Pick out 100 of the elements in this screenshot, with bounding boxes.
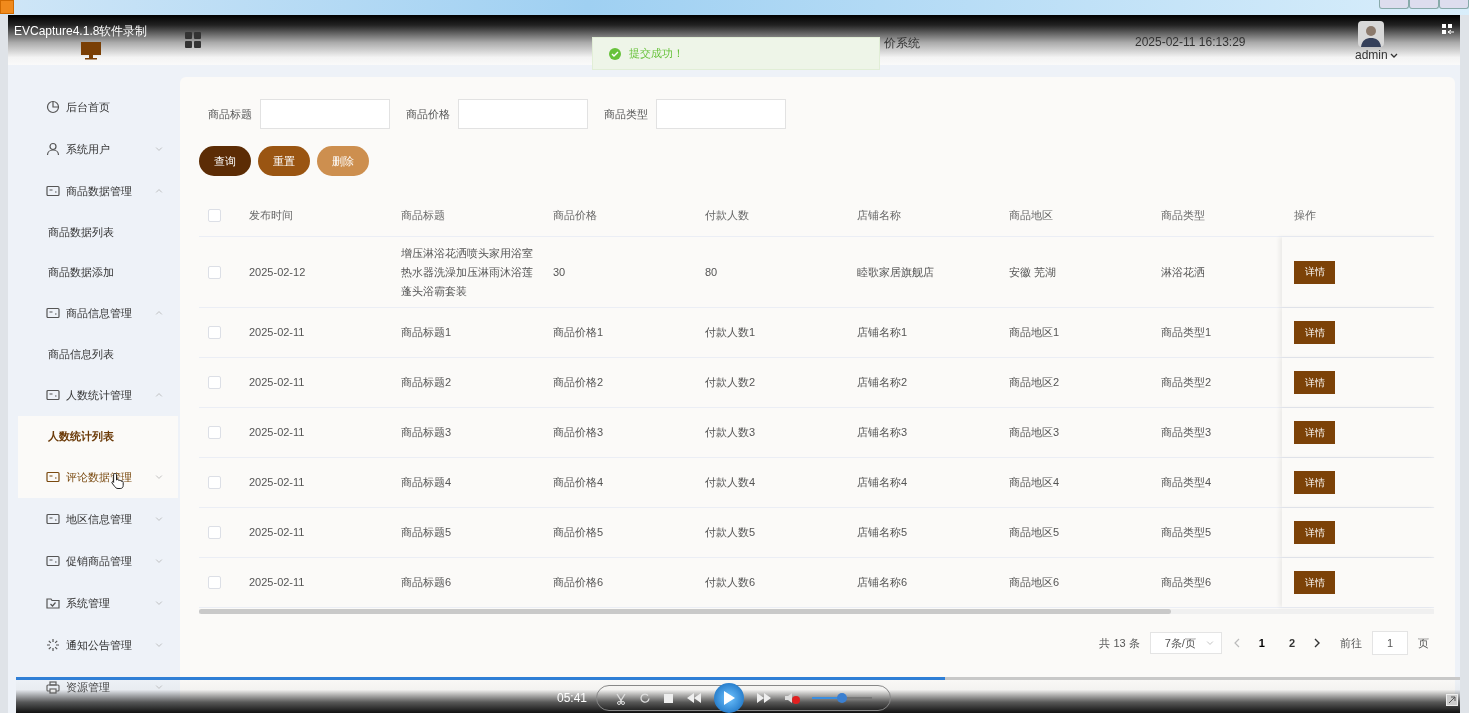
table-cell: 商品地区4 — [1009, 476, 1060, 488]
details-button[interactable]: 详情 — [1294, 471, 1335, 494]
row-checkbox[interactable] — [208, 265, 221, 279]
chevron-down-icon — [154, 514, 164, 524]
field-label: 商品标题 — [208, 106, 252, 122]
row-checkbox[interactable] — [208, 426, 221, 439]
input-field[interactable] — [656, 99, 786, 129]
column-header: 付款人数 — [705, 209, 749, 221]
sidebar-item[interactable]: 地区信息管理 — [18, 498, 178, 540]
details-button[interactable]: 详情 — [1294, 371, 1335, 394]
reset-button[interactable]: 重置 — [258, 146, 310, 176]
table-cell: 商品价格3 — [553, 426, 604, 438]
play-icon — [723, 691, 735, 705]
field-label: 商品价格 — [406, 106, 450, 122]
page-suffix: 页 — [1418, 635, 1429, 651]
volume-thumb[interactable] — [837, 693, 847, 703]
scrollbar-thumb[interactable] — [199, 609, 1171, 614]
window-title: EVCapture4.1.8软件录制 — [14, 23, 148, 40]
select-all-checkbox[interactable] — [208, 209, 221, 222]
expand-icon — [1442, 24, 1454, 34]
stop-icon — [663, 692, 674, 704]
page-input[interactable]: 1 — [1372, 631, 1408, 655]
table-cell: 增压淋浴花洒喷头家用浴室热水器洗澡加压淋雨沐浴莲蓬头浴霸套装 — [401, 246, 533, 297]
pie-chart-icon — [46, 100, 60, 114]
row-checkbox[interactable] — [208, 576, 221, 589]
chevron-down-icon — [154, 682, 164, 692]
sidebar-subitem[interactable]: 商品数据列表 — [18, 212, 178, 252]
details-button[interactable]: 详情 — [1294, 421, 1335, 444]
table-cell: 商品标题2 — [401, 376, 452, 388]
sidebar-item[interactable]: 促销商品管理 — [18, 540, 178, 582]
search-button[interactable]: 查询 — [199, 146, 251, 176]
page-number[interactable]: 1 — [1251, 637, 1272, 649]
sidebar-item[interactable]: 商品信息管理 — [18, 292, 178, 334]
maximize-button[interactable] — [1409, 0, 1439, 9]
column-header: 商品地区 — [1009, 209, 1053, 221]
details-button[interactable]: 详情 — [1294, 571, 1335, 594]
sidebar-item[interactable]: 系统用户 — [18, 128, 178, 170]
chevron-down-icon — [154, 472, 164, 482]
table-cell: 商品地区1 — [1009, 326, 1060, 338]
sidebar-item[interactable]: 系统管理 — [18, 582, 178, 624]
table-cell: 商品标题5 — [401, 526, 452, 538]
row-checkbox[interactable] — [208, 526, 221, 539]
table-cell: 商品地区6 — [1009, 576, 1060, 588]
close-button[interactable] — [1439, 0, 1469, 9]
table-cell: 商品标题1 — [401, 326, 452, 338]
card-icon — [46, 388, 60, 402]
chevron-down-icon — [154, 556, 164, 566]
table-cell: 付款人数6 — [705, 576, 756, 588]
muted-speaker-icon — [784, 691, 800, 705]
row-checkbox[interactable] — [208, 376, 221, 389]
table-cell: 2025-02-11 — [249, 426, 305, 438]
input-field[interactable] — [260, 99, 390, 129]
row-checkbox[interactable] — [208, 476, 221, 489]
table-cell: 店铺名称4 — [857, 476, 908, 488]
table-cell: 商品价格4 — [553, 476, 604, 488]
sidebar-item[interactable]: 商品数据管理 — [18, 170, 178, 212]
card-icon — [46, 306, 60, 320]
page-number[interactable]: 2 — [1281, 637, 1302, 649]
app-icon — [0, 0, 14, 14]
rewind-icon — [686, 692, 702, 704]
sidebar-subitem[interactable]: 人数统计列表 — [18, 416, 178, 456]
minimize-button[interactable] — [1379, 0, 1409, 9]
table-cell: 付款人数5 — [705, 526, 756, 538]
column-header: 商品价格 — [553, 209, 597, 221]
table-cell: 商品类型3 — [1161, 426, 1212, 438]
table-cell: 2025-02-12 — [249, 265, 306, 278]
sidebar-item[interactable]: 通知公告管理 — [18, 624, 178, 666]
table-cell: 商品类型2 — [1161, 376, 1212, 388]
table-cell: 店铺名称6 — [857, 576, 908, 588]
column-header: 商品标题 — [401, 209, 445, 221]
table-cell: 商品类型4 — [1161, 476, 1212, 488]
table-cell: 店铺名称2 — [857, 376, 908, 388]
sidebar-subitem[interactable]: 商品数据添加 — [18, 252, 178, 292]
user-name[interactable]: admin — [1355, 48, 1388, 62]
details-button[interactable]: 详情 — [1294, 260, 1335, 284]
sidebar-item[interactable]: 后台首页 — [18, 86, 178, 128]
caret-icon — [1389, 51, 1398, 59]
table-cell: 商品标题3 — [401, 426, 452, 438]
page-size-select[interactable]: 7条/页 — [1149, 632, 1222, 654]
table-cell: 付款人数4 — [705, 476, 756, 488]
row-checkbox[interactable] — [208, 326, 221, 339]
table-cell: 付款人数2 — [705, 376, 756, 388]
details-button[interactable]: 详情 — [1294, 521, 1335, 544]
table-cell: 店铺名称3 — [857, 426, 908, 438]
details-button[interactable]: 详情 — [1294, 321, 1335, 344]
sidebar-subitem[interactable]: 商品信息列表 — [18, 334, 178, 374]
sidebar-item[interactable]: 人数统计管理 — [18, 374, 178, 416]
table-cell: 30 — [553, 265, 566, 278]
input-field[interactable] — [458, 99, 588, 129]
table-cell: 付款人数3 — [705, 426, 756, 438]
total-count: 共 13 条 — [1099, 635, 1140, 651]
table-cell: 淋浴花洒 — [1161, 265, 1205, 278]
table-cell: 商品标题6 — [401, 576, 452, 588]
column-header: 店铺名称 — [857, 209, 901, 221]
card-icon — [46, 554, 60, 568]
datetime: 2025-02-11 16:13:29 — [1135, 35, 1246, 49]
printer-icon — [46, 680, 60, 694]
toast-message: 提交成功！ — [629, 46, 684, 61]
table-cell: 商品地区2 — [1009, 376, 1060, 388]
sidebar-item[interactable]: 资源管理 — [18, 666, 178, 708]
